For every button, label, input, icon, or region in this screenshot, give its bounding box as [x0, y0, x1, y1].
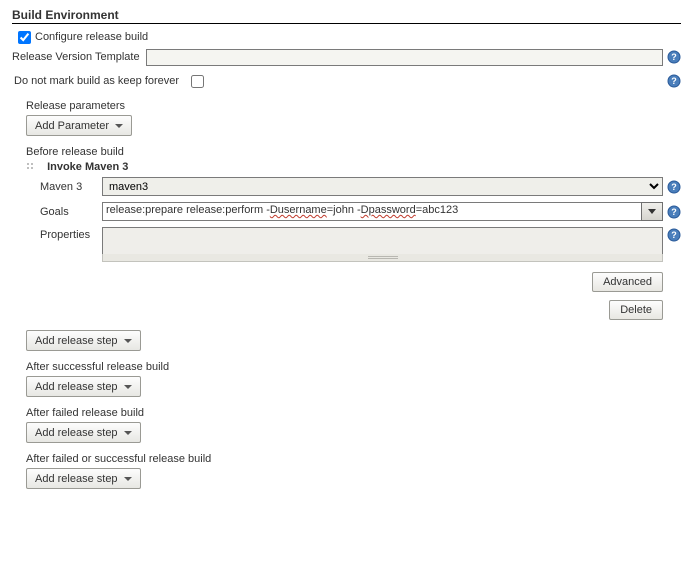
add-release-step-label: Add release step — [35, 381, 118, 393]
add-parameter-button[interactable]: Add Parameter — [26, 115, 132, 136]
maven-row: Maven 3 maven3 ? — [40, 177, 681, 196]
properties-textarea[interactable] — [102, 227, 663, 255]
add-release-step-button[interactable]: Add release step — [26, 330, 141, 351]
release-params-heading: Release parameters — [26, 100, 681, 112]
caret-down-icon — [124, 339, 132, 343]
release-version-label: Release Version Template — [12, 51, 140, 63]
maven-label: Maven 3 — [40, 181, 98, 193]
configure-row: Configure release build — [12, 28, 681, 46]
add-release-step-button[interactable]: Add release step — [26, 376, 141, 397]
goals-label: Goals — [40, 206, 98, 218]
add-release-step-button[interactable]: Add release step — [26, 422, 141, 443]
after-any-heading: After failed or successful release build — [26, 453, 681, 465]
add-release-step-label: Add release step — [35, 335, 118, 347]
properties-label: Properties — [40, 227, 98, 241]
drag-handle-icon[interactable] — [26, 162, 36, 172]
caret-down-icon — [115, 124, 123, 128]
help-icon[interactable]: ? — [667, 228, 681, 242]
maven-select[interactable]: maven3 — [102, 177, 663, 196]
goals-expand-button[interactable] — [641, 202, 663, 221]
svg-text:?: ? — [671, 230, 677, 240]
step-title: Invoke Maven 3 — [47, 161, 128, 173]
add-release-step-label: Add release step — [35, 427, 118, 439]
svg-text:?: ? — [671, 207, 677, 217]
svg-text:?: ? — [671, 76, 677, 86]
keep-forever-checkbox[interactable] — [191, 75, 204, 88]
after-success-heading: After successful release build — [26, 361, 681, 373]
caret-down-icon — [124, 431, 132, 435]
help-icon[interactable]: ? — [667, 74, 681, 88]
goals-row: Goals release:prepare release:perform -D… — [40, 202, 681, 221]
advanced-button[interactable]: Advanced — [592, 272, 663, 292]
svg-text:?: ? — [671, 182, 677, 192]
properties-row: Properties ? — [40, 227, 681, 262]
help-icon[interactable]: ? — [667, 50, 681, 64]
help-icon[interactable]: ? — [667, 180, 681, 194]
configure-release-checkbox[interactable] — [18, 31, 31, 44]
caret-down-icon — [648, 209, 656, 214]
section-title: Build Environment — [12, 8, 681, 24]
configure-release-label: Configure release build — [35, 31, 148, 43]
add-release-step-label: Add release step — [35, 473, 118, 485]
resize-handle[interactable] — [102, 254, 663, 262]
delete-button[interactable]: Delete — [609, 300, 663, 320]
keep-forever-row: Do not mark build as keep forever ? — [12, 72, 681, 90]
after-failed-heading: After failed release build — [26, 407, 681, 419]
keep-forever-label: Do not mark build as keep forever — [14, 75, 179, 87]
add-release-step-button[interactable]: Add release step — [26, 468, 141, 489]
caret-down-icon — [124, 385, 132, 389]
caret-down-icon — [124, 477, 132, 481]
add-parameter-label: Add Parameter — [35, 120, 109, 132]
release-version-row: Release Version Template ? — [12, 48, 681, 66]
svg-text:?: ? — [671, 52, 677, 62]
help-icon[interactable]: ? — [667, 205, 681, 219]
goals-input[interactable]: release:prepare release:perform -Duserna… — [102, 202, 642, 221]
release-version-input[interactable] — [146, 49, 663, 66]
before-release-heading: Before release build — [26, 146, 681, 158]
